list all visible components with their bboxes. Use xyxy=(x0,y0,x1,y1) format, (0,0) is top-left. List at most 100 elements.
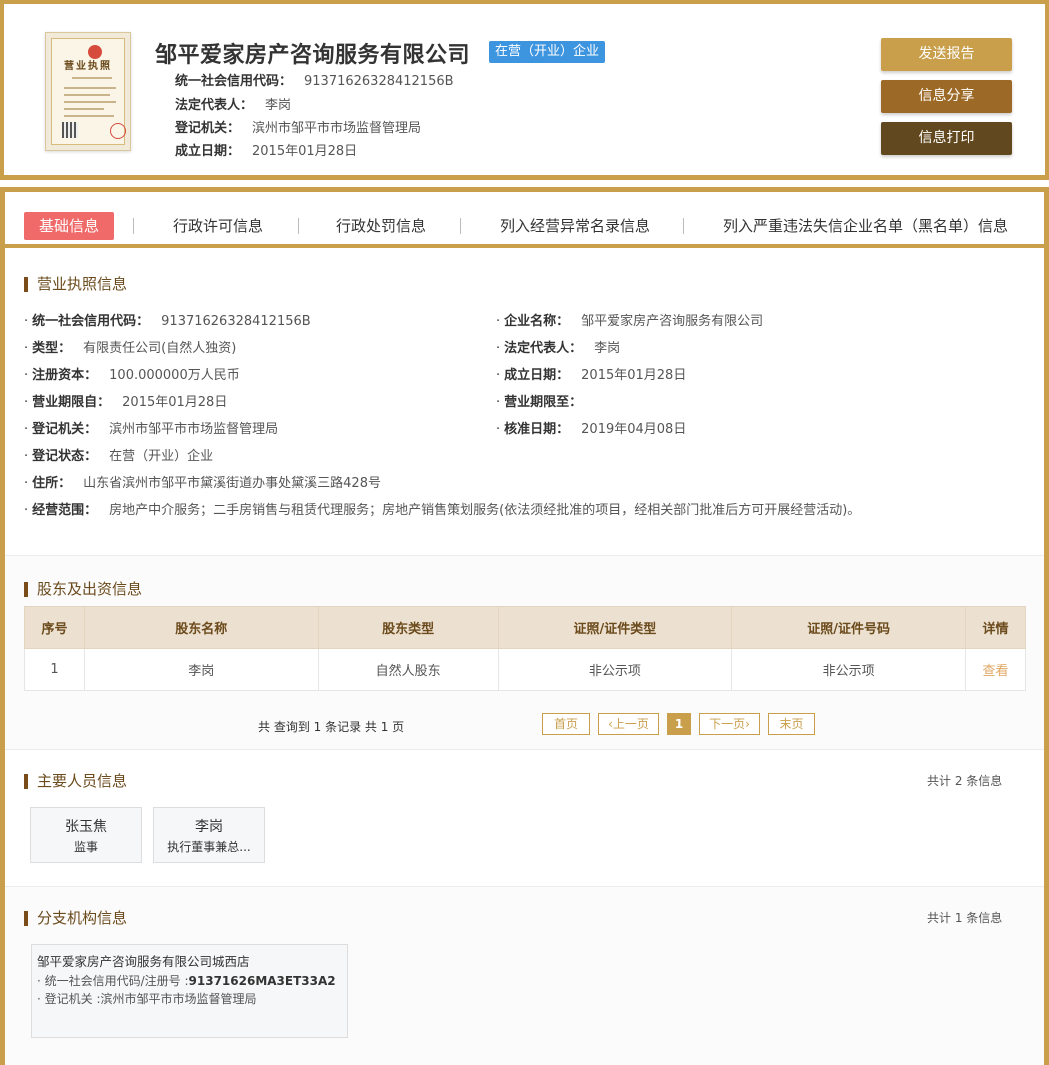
bullet: · xyxy=(24,314,29,329)
info-key: 法定代表人： xyxy=(175,98,254,113)
person-card[interactable]: 张玉焦 监事 xyxy=(30,807,142,863)
official-seal-icon xyxy=(110,123,126,139)
license-text-line xyxy=(64,115,114,117)
branch-authority-label: · 登记机关 : xyxy=(37,992,101,1006)
tab-basic-info[interactable]: 基础信息 xyxy=(24,212,115,240)
field-business-scope: · 经营范围： 房地产中介服务；二手房销售与租赁代理服务；房地产销售策划服务(依法须… xyxy=(24,499,860,518)
page-number-button[interactable]: 1 xyxy=(667,713,691,735)
info-key: 成立日期： xyxy=(175,144,241,159)
field-key: 注册资本： xyxy=(32,368,98,383)
license-text-line xyxy=(72,77,112,79)
license-text-line xyxy=(64,108,104,110)
share-info-button[interactable]: 信息分享 xyxy=(881,80,1012,113)
bullet: · xyxy=(496,368,501,383)
field-value: 滨州市邹平市市场监督管理局 xyxy=(109,422,279,437)
field-established-date: · 成立日期： 2015年01月28日 xyxy=(496,364,686,383)
business-license-image[interactable]: 营业执照 xyxy=(45,32,131,151)
bullet: · xyxy=(496,341,501,356)
field-key: 成立日期： xyxy=(504,368,570,383)
header-legal-rep: 法定代表人： 李岗 xyxy=(175,94,291,113)
field-key: 核准日期： xyxy=(504,422,570,437)
field-credit-code: · 统一社会信用代码： 91371626328412156B xyxy=(24,310,311,329)
bullet: · xyxy=(24,449,29,464)
cell-id-no: 非公示项 xyxy=(731,648,966,691)
license-frame: 营业执照 xyxy=(51,38,126,145)
table-row: 1 李岗 自然人股东 非公示项 非公示项 查看 xyxy=(24,648,1026,691)
print-info-button[interactable]: 信息打印 xyxy=(881,122,1012,155)
column-header: 详情 xyxy=(965,606,1026,649)
bullet: · xyxy=(24,503,29,518)
field-value: 2019年04月08日 xyxy=(581,422,687,437)
info-value: 2015年01月28日 xyxy=(252,144,358,159)
shareholder-section-title: 股东及出资信息 xyxy=(24,582,142,597)
bullet: · xyxy=(24,422,29,437)
field-value: 在营（开业）企业 xyxy=(109,449,214,464)
tab-separator xyxy=(683,218,684,234)
branch-code-label: · 统一社会信用代码/注册号 : xyxy=(37,974,189,988)
company-header: 营业执照 邹平爱家房产咨询服务有限公司 在营（开业）企业 统一社会信用代码： 91… xyxy=(0,0,1049,180)
field-key: 登记机关： xyxy=(32,422,98,437)
first-page-button[interactable]: 首页 xyxy=(542,713,590,735)
send-report-button[interactable]: 发送报告 xyxy=(881,38,1012,71)
info-value: 91371626328412156B xyxy=(304,74,454,89)
qr-code-icon xyxy=(62,122,78,138)
cell-type: 自然人股东 xyxy=(317,648,499,691)
section-divider xyxy=(5,749,1044,750)
next-page-label: 下一页 xyxy=(709,717,746,731)
person-card[interactable]: 李岗 执行董事兼总... xyxy=(153,807,265,863)
field-value: 100.000000万人民币 xyxy=(109,368,240,383)
field-value: 2015年01月28日 xyxy=(122,395,228,410)
company-name: 邹平爱家房产咨询服务有限公司 xyxy=(155,43,471,68)
field-value: 山东省滨州市邹平市黛溪街道办事处黛溪三路428号 xyxy=(83,476,381,491)
cell-id-type: 非公示项 xyxy=(497,648,733,691)
field-key: 住所： xyxy=(32,476,72,491)
bullet: · xyxy=(496,422,501,437)
bullet: · xyxy=(24,341,29,356)
status-badge: 在营（开业）企业 xyxy=(489,41,606,63)
bullet: · xyxy=(496,314,501,329)
bullet: · xyxy=(24,395,29,410)
branch-authority-line: · 登记机关 :滨州市邹平市市场监督管理局 xyxy=(37,990,342,1008)
last-page-button[interactable]: 末页 xyxy=(768,713,815,735)
field-registration-authority: · 登记机关： 滨州市邹平市市场监督管理局 xyxy=(24,418,278,437)
person-name: 李岗 xyxy=(195,819,223,835)
field-key: 企业名称： xyxy=(504,314,570,329)
person-role: 执行董事兼总... xyxy=(167,840,251,854)
header-established-date: 成立日期： 2015年01月28日 xyxy=(175,140,357,159)
field-registered-capital: · 注册资本： 100.000000万人民币 xyxy=(24,364,240,383)
field-legal-rep: · 法定代表人： 李岗 xyxy=(496,337,620,356)
person-name: 张玉焦 xyxy=(65,819,107,835)
column-header: 股东类型 xyxy=(317,606,499,649)
branch-card[interactable]: 邹平爱家房产咨询服务有限公司城西店 · 统一社会信用代码/注册号 :913716… xyxy=(31,944,348,1038)
shareholder-table: 序号 股东名称 股东类型 证照/证件类型 证照/证件号码 详情 1 李岗 自然人… xyxy=(24,606,1026,691)
prev-page-label: 上一页 xyxy=(612,717,649,731)
bullet: · xyxy=(24,476,29,491)
chevron-right-icon: › xyxy=(745,717,750,731)
tab-admin-license[interactable]: 行政许可信息 xyxy=(173,213,263,239)
info-key: 登记机关： xyxy=(175,121,241,136)
tab-abnormal-list[interactable]: 列入经营异常名录信息 xyxy=(500,213,650,239)
next-page-button[interactable]: 下一页› xyxy=(699,713,760,735)
view-detail-link[interactable]: 查看 xyxy=(982,664,1008,679)
column-header: 序号 xyxy=(24,606,85,649)
info-value: 李岗 xyxy=(265,98,292,113)
license-section-title: 营业执照信息 xyxy=(24,277,127,292)
field-company-name: · 企业名称： 邹平爱家房产咨询服务有限公司 xyxy=(496,310,763,329)
field-key: 类型： xyxy=(32,341,72,356)
field-key: 营业期限至： xyxy=(504,395,583,410)
info-key: 统一社会信用代码： xyxy=(175,74,293,89)
tab-separator xyxy=(133,218,134,234)
field-address: · 住所： 山东省滨州市邹平市黛溪街道办事处黛溪三路428号 xyxy=(24,472,381,491)
tab-blacklist[interactable]: 列入严重违法失信企业名单（黑名单）信息 xyxy=(723,213,1008,239)
field-key: 法定代表人： xyxy=(504,341,583,356)
tab-separator xyxy=(298,218,299,234)
field-term-from: · 营业期限自： 2015年01月28日 xyxy=(24,391,227,410)
personnel-count: 共计 2 条信息 xyxy=(927,774,1003,788)
field-value: 2015年01月28日 xyxy=(581,368,687,383)
prev-page-button[interactable]: ‹上一页 xyxy=(598,713,659,735)
license-text-line xyxy=(64,101,116,103)
personnel-section-title: 主要人员信息 xyxy=(24,774,127,789)
tab-admin-penalty[interactable]: 行政处罚信息 xyxy=(336,213,426,239)
tab-separator xyxy=(460,218,461,234)
field-value: 91371626328412156B xyxy=(161,314,311,329)
